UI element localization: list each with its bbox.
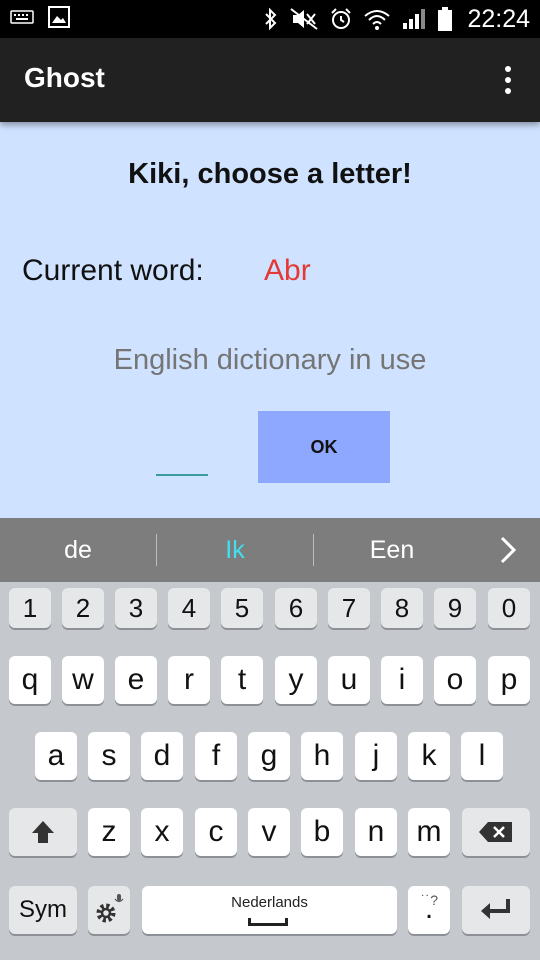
clock: 22:24 — [467, 4, 530, 33]
key-3[interactable]: 3 — [115, 588, 157, 628]
key-u[interactable]: u — [328, 656, 370, 704]
key-7[interactable]: 7 — [328, 588, 370, 628]
key-k[interactable]: k — [408, 732, 450, 780]
key-b[interactable]: b — [301, 808, 343, 856]
gear-mic-icon[interactable] — [88, 886, 130, 934]
keyboard-icon — [10, 9, 34, 25]
dictionary-status: English dictionary in use — [113, 344, 427, 376]
alarm-icon — [329, 7, 353, 31]
key-6[interactable]: 6 — [275, 588, 317, 628]
suggestion-item[interactable]: de — [0, 518, 156, 582]
key-e[interactable]: e — [115, 656, 157, 704]
key-p[interactable]: p — [488, 656, 530, 704]
current-word-value: Abr — [264, 254, 311, 287]
key-r[interactable]: r — [168, 656, 210, 704]
key-h[interactable]: h — [301, 732, 343, 780]
suggestion-item[interactable]: Een — [314, 518, 470, 582]
chevron-right-icon[interactable] — [490, 532, 526, 568]
key-z[interactable]: z — [88, 808, 130, 856]
key-y[interactable]: y — [275, 656, 317, 704]
suggestion-strip: de Ik Een — [0, 518, 540, 582]
key-l[interactable]: l — [461, 732, 503, 780]
status-bar: 22:24 — [0, 0, 540, 38]
ok-button[interactable]: OK — [258, 411, 390, 483]
app-title: Ghost — [24, 62, 105, 93]
key-s[interactable]: s — [88, 732, 130, 780]
sym-key[interactable]: Sym — [9, 886, 77, 934]
spacebar-icon — [248, 918, 288, 926]
key-o[interactable]: o — [434, 656, 476, 704]
key-i[interactable]: i — [381, 656, 423, 704]
enter-icon[interactable] — [462, 886, 530, 934]
wifi-icon — [363, 7, 391, 31]
key-1[interactable]: 1 — [9, 588, 51, 628]
key-x[interactable]: x — [141, 808, 183, 856]
current-word-label: Current word: — [22, 254, 204, 287]
game-panel: Kiki, choose a letter! Current word: Abr… — [0, 122, 540, 518]
key-8[interactable]: 8 — [381, 588, 423, 628]
key-f[interactable]: f — [195, 732, 237, 780]
signal-icon — [401, 7, 427, 31]
key-w[interactable]: w — [62, 656, 104, 704]
bluetooth-icon — [263, 7, 279, 31]
more-vert-icon[interactable] — [498, 64, 518, 96]
letter-input[interactable] — [156, 440, 208, 476]
key-t[interactable]: t — [221, 656, 263, 704]
period-key[interactable]: ˙˙? . — [408, 886, 450, 934]
key-9[interactable]: 9 — [434, 588, 476, 628]
key-v[interactable]: v — [248, 808, 290, 856]
key-n[interactable]: n — [355, 808, 397, 856]
key-2[interactable]: 2 — [62, 588, 104, 628]
key-5[interactable]: 5 — [221, 588, 263, 628]
key-q[interactable]: q — [9, 656, 51, 704]
key-d[interactable]: d — [141, 732, 183, 780]
space-key[interactable]: Nederlands — [142, 886, 397, 934]
app-bar: Ghost — [0, 38, 540, 122]
key-m[interactable]: m — [408, 808, 450, 856]
keyboard: 1 2 3 4 5 6 7 8 9 0 q w e r t y u i o p … — [0, 582, 540, 960]
suggestion-item[interactable]: Ik — [157, 518, 313, 582]
backspace-icon[interactable] — [462, 808, 530, 856]
key-c[interactable]: c — [195, 808, 237, 856]
mute-icon — [289, 7, 319, 31]
battery-icon — [437, 6, 453, 32]
turn-prompt: Kiki, choose a letter! — [128, 158, 412, 190]
key-j[interactable]: j — [355, 732, 397, 780]
key-g[interactable]: g — [248, 732, 290, 780]
shift-arrow-icon[interactable] — [9, 808, 77, 856]
image-icon — [48, 6, 70, 28]
key-a[interactable]: a — [35, 732, 77, 780]
period-label: . — [424, 892, 434, 925]
space-language-label: Nederlands — [231, 894, 308, 911]
key-4[interactable]: 4 — [168, 588, 210, 628]
key-0[interactable]: 0 — [488, 588, 530, 628]
